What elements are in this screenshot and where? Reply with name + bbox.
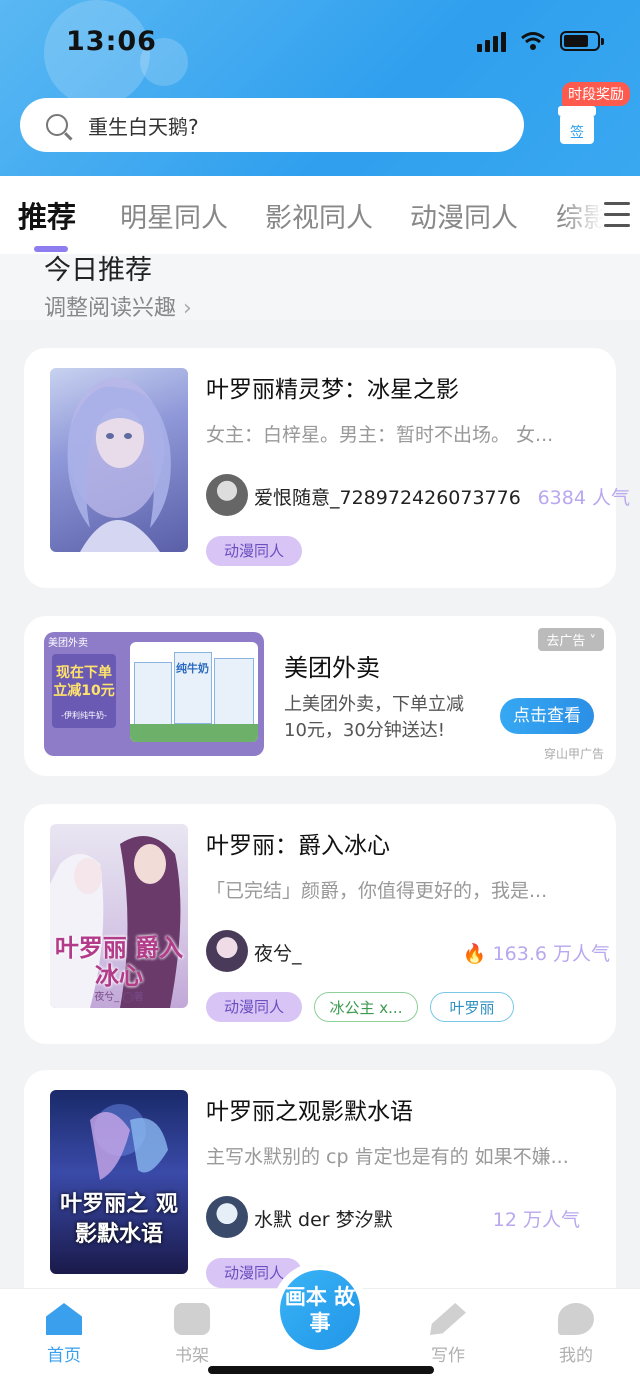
- author-name[interactable]: 水默 der 梦汐默: [254, 1205, 393, 1232]
- nav-mine[interactable]: 我的: [536, 1303, 616, 1366]
- wifi-icon: [521, 32, 545, 50]
- chevron-right-icon: ›: [183, 296, 192, 321]
- nav-write[interactable]: 写作: [408, 1303, 488, 1366]
- nav-write-label: 写作: [431, 1346, 465, 1366]
- book-card[interactable]: 叶罗丽精灵梦：冰星之影 女主：白梓星。男主：暂时不出场。 女... 爱恨随意_7…: [24, 348, 630, 588]
- book-cover[interactable]: 叶罗丽 爵入冰心 夜兮_ ◯著: [50, 824, 188, 1008]
- author-name[interactable]: 夜兮_: [254, 939, 302, 966]
- status-time: 13:06: [66, 26, 157, 57]
- popularity-value: 163.6 万人气: [492, 943, 610, 965]
- cover-title: 叶罗丽之 观影默水语: [60, 1192, 178, 1247]
- popularity: 6384 人气: [537, 487, 630, 509]
- tab-recommend[interactable]: 推荐: [18, 194, 76, 236]
- today-title: 今日推荐: [44, 255, 152, 286]
- author-avatar[interactable]: [206, 474, 248, 516]
- tab-film-fanfic[interactable]: 影视同人: [265, 196, 373, 235]
- cover-title: 叶罗丽 爵入冰心: [54, 934, 184, 990]
- author-avatar[interactable]: [206, 930, 248, 972]
- time-reward-button[interactable]: 时段奖励 签: [556, 82, 630, 152]
- adjust-interest-link[interactable]: 调整阅读兴趣 ›: [44, 290, 192, 322]
- flame-icon: 🔥: [462, 943, 487, 965]
- chat-bubble-icon: [558, 1303, 594, 1335]
- ad-image[interactable]: 美团外卖 现在下单 立减10元 -伊利纯牛奶- 纯牛奶: [44, 632, 264, 756]
- popularity: 🔥 163.6 万人气: [463, 939, 610, 966]
- menu-icon[interactable]: [604, 202, 630, 235]
- book-description: 「已完结」颜爵，你值得更好的，我是...: [206, 880, 548, 902]
- ad-source: 穿山甲广告: [543, 747, 604, 761]
- book-cover[interactable]: [50, 368, 188, 552]
- author-avatar[interactable]: [206, 1196, 248, 1238]
- bookshelf-icon: [174, 1303, 210, 1335]
- tag-chip[interactable]: 动漫同人: [206, 536, 302, 566]
- pen-icon: [430, 1303, 466, 1335]
- category-tabs: 推荐 明星同人 影视同人 动漫同人 综影: [0, 176, 640, 254]
- nav-home-label: 首页: [47, 1346, 81, 1366]
- tab-anime-fanfic[interactable]: 动漫同人: [410, 196, 518, 235]
- book-card[interactable]: 叶罗丽 爵入冰心 夜兮_ ◯著 叶罗丽：爵入冰心 「已完结」颜爵，你值得更好的，…: [24, 804, 616, 1044]
- author-name[interactable]: 爱恨随意_728972426073776: [254, 483, 521, 510]
- tag-chip[interactable]: 叶罗丽: [430, 992, 514, 1022]
- book-description: 主写水默别的 cp 肯定也是有的 如果不嫌...: [206, 1146, 569, 1168]
- search-bar[interactable]: 重生白天鹅?: [20, 98, 524, 152]
- book-title: 叶罗丽：爵入冰心: [206, 833, 390, 859]
- home-indicator[interactable]: [208, 1366, 434, 1374]
- reward-tag: 时段奖励: [562, 82, 630, 106]
- popularity: 12 万人气: [492, 1209, 580, 1231]
- nav-mine-label: 我的: [559, 1346, 593, 1366]
- book-title: 叶罗丽精灵梦：冰星之影: [206, 377, 459, 403]
- book-title: 叶罗丽之观影默水语: [206, 1099, 413, 1125]
- tag-chip[interactable]: 冰公主 x...: [314, 992, 418, 1022]
- gift-icon: 签: [558, 106, 596, 144]
- search-placeholder: 重生白天鹅?: [88, 114, 199, 139]
- tab-celebrity-fanfic[interactable]: 明星同人: [120, 196, 228, 235]
- ad-product-label: 纯牛奶: [176, 662, 209, 675]
- milk-product-photo: 纯牛奶: [130, 642, 258, 742]
- tag-chip[interactable]: 动漫同人: [206, 992, 302, 1022]
- adjust-interest-label: 调整阅读兴趣: [44, 296, 177, 321]
- ad-view-button[interactable]: 点击查看: [500, 698, 594, 734]
- ad-image-brand: 美团外卖: [48, 638, 88, 649]
- home-icon: [46, 1303, 82, 1335]
- nav-home[interactable]: 首页: [24, 1303, 104, 1366]
- sign-in-label: 签: [570, 125, 584, 141]
- ad-title: 美团外卖: [284, 654, 380, 682]
- ad-description: 上美团外卖，下单立减 10元，30分钟送达!: [284, 694, 464, 741]
- ad-image-sub: -伊利纯牛奶-: [61, 711, 107, 720]
- draw-story-label: 画本 故事: [280, 1270, 360, 1350]
- search-icon: [46, 114, 68, 136]
- ad-card[interactable]: 美团外卖 现在下单 立减10元 -伊利纯牛奶- 纯牛奶 美团外卖 上美团外卖，下…: [24, 616, 616, 776]
- nav-bookshelf[interactable]: 书架: [152, 1303, 232, 1366]
- nav-bookshelf-label: 书架: [175, 1346, 209, 1366]
- today-section: 今日推荐 调整阅读兴趣 ›: [0, 254, 640, 322]
- book-cover[interactable]: 叶罗丽之 观影默水语: [50, 1090, 188, 1274]
- draw-story-button[interactable]: 画本 故事: [272, 1262, 368, 1358]
- status-icons: [477, 30, 604, 52]
- cellular-signal-icon: [477, 30, 506, 52]
- remove-ad-button[interactable]: 去广告 ˅: [538, 628, 604, 651]
- book-description: 女主：白梓星。男主：暂时不出场。 女...: [206, 424, 554, 446]
- header: 13:06 重生白天鹅? 时段奖励 签: [0, 0, 640, 176]
- cover-author: 夜兮_ ◯著: [94, 992, 144, 1003]
- battery-icon: [560, 31, 604, 51]
